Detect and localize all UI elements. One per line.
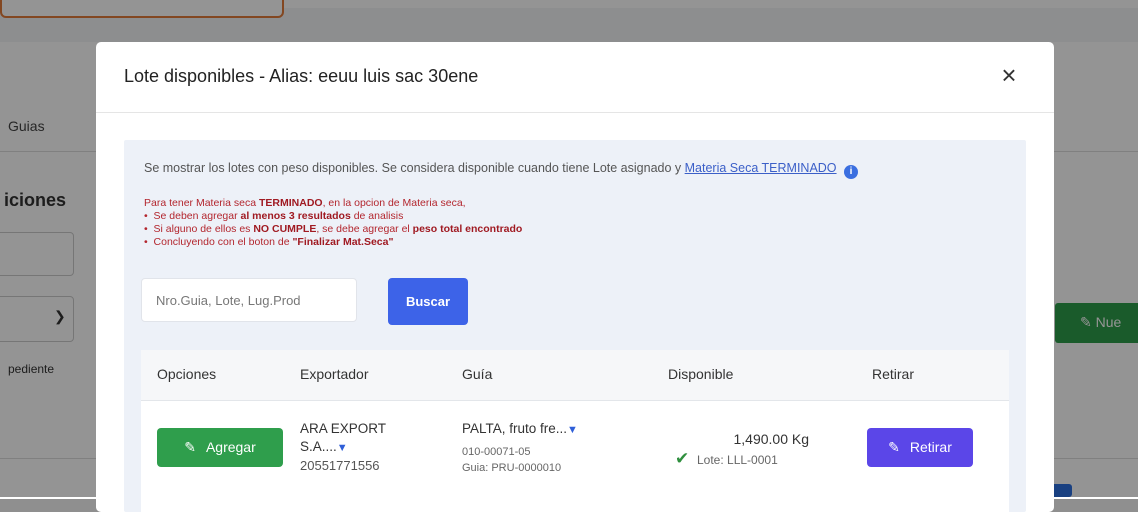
caret-down-icon[interactable]: ▼ xyxy=(337,442,348,454)
modal-header: Lote disponibles - Alias: eeuu luis sac … xyxy=(96,42,1054,113)
header-exportador: Exportador xyxy=(300,366,369,382)
header-opciones: Opciones xyxy=(157,366,217,382)
close-icon: × xyxy=(1001,60,1017,90)
caret-down-icon[interactable]: ▼ xyxy=(567,424,578,436)
table-header: Opciones Exportador Guía Disponible Reti… xyxy=(141,350,1009,401)
pencil-icon: ✎ xyxy=(184,439,196,455)
warning-intro: Para tener Materia seca TERMINADO, en la… xyxy=(144,197,466,209)
lotes-table: Opciones Exportador Guía Disponible Reti… xyxy=(141,350,1009,512)
warning-item-2: • Si alguno de ellos es NO CUMPLE, se de… xyxy=(144,223,523,235)
disponible-peso: 1,490.00 Kg xyxy=(733,431,809,447)
materia-seca-link[interactable]: Materia Seca TERMINADO xyxy=(685,161,837,175)
info-text: Se mostrar los lotes con peso disponible… xyxy=(144,161,859,179)
modal-title: Lote disponibles - Alias: eeuu luis sac … xyxy=(124,66,479,86)
info-icon[interactable]: i xyxy=(844,165,859,179)
exportador-ruc: 20551771556 xyxy=(300,458,380,473)
buscar-button[interactable]: Buscar xyxy=(388,278,468,325)
guia-producto: PALTA, fruto fre...▼ xyxy=(462,421,578,436)
header-disponible: Disponible xyxy=(668,366,734,382)
warning-item-1: • Se deben agregar al menos 3 resultados… xyxy=(144,210,404,222)
disponible-lote: Lote: LLL-0001 xyxy=(697,453,778,467)
info-panel: Se mostrar los lotes con peso disponible… xyxy=(124,140,1026,512)
agregar-button[interactable]: ✎ Agregar xyxy=(157,428,283,467)
exportador-name: ARA EXPORT S.A....▼ xyxy=(300,421,387,454)
header-retirar: Retirar xyxy=(872,366,915,382)
warning-item-3: • Concluyendo con el boton de "Finalizar… xyxy=(144,236,394,248)
guia-codigo: Guia: PRU-0000010 xyxy=(462,462,562,474)
retirar-button[interactable]: ✎ Retirar xyxy=(867,428,973,467)
guia-numero: 010-00071-05 xyxy=(462,446,531,458)
close-button[interactable]: × xyxy=(996,62,1022,90)
lote-modal: Lote disponibles - Alias: eeuu luis sac … xyxy=(96,42,1054,512)
header-guia: Guía xyxy=(462,366,493,382)
table-row: ✎ Agregar ARA EXPORT S.A....▼ 20551771556… xyxy=(141,401,1009,512)
pencil-icon: ✎ xyxy=(888,439,900,455)
check-icon: ✔ xyxy=(675,449,690,468)
search-input[interactable] xyxy=(141,278,357,322)
